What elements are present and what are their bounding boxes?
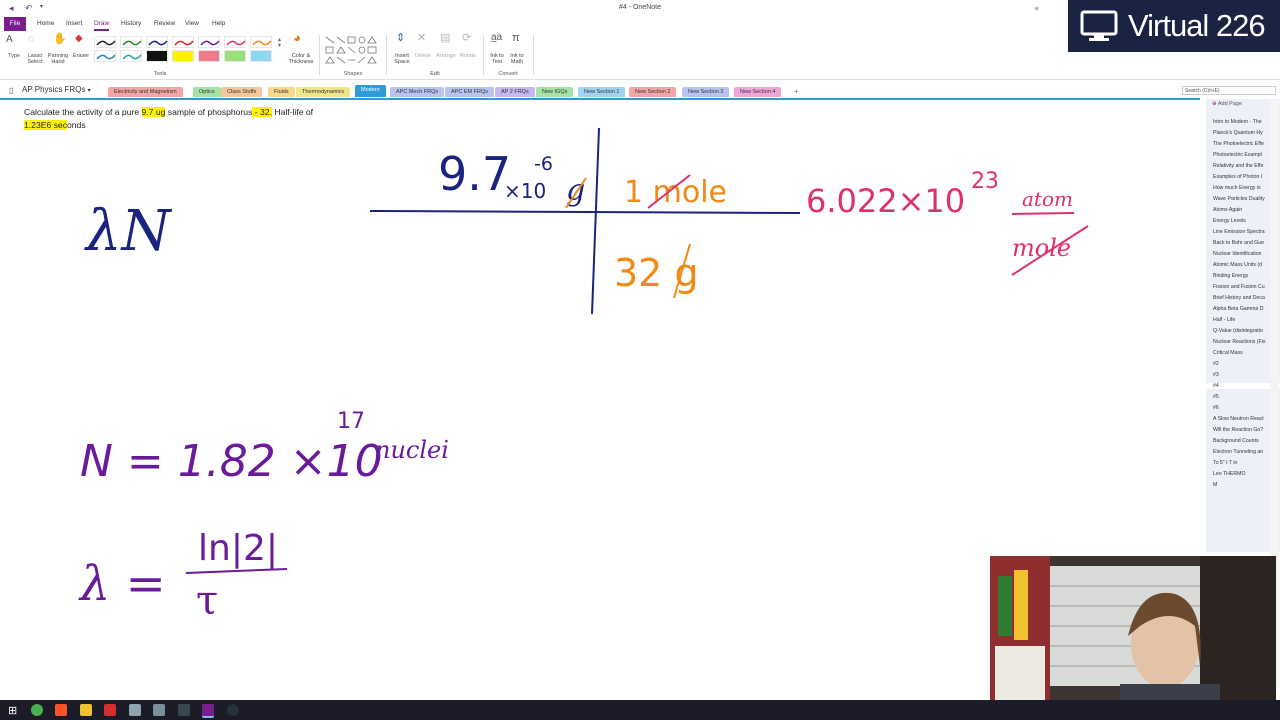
- page-item[interactable]: A Slow Neutron React: [1213, 416, 1276, 422]
- page-item[interactable]: #6: [1213, 405, 1276, 411]
- page-item[interactable]: Photoelectric Exampl: [1213, 152, 1276, 158]
- page-item[interactable]: Will the Reaction Go?: [1213, 427, 1276, 433]
- page-item[interactable]: Nuclear Identification: [1213, 251, 1276, 257]
- add-page-button[interactable]: ⊕ Add Page: [1212, 101, 1242, 107]
- page-item[interactable]: To 5" t T in: [1213, 460, 1276, 466]
- ink-times-ten: ×10: [504, 179, 546, 203]
- ink-vertical-line: [591, 127, 600, 315]
- page-list: ⊕ Add Page Intro to Modern - The Planck's…: [1206, 99, 1280, 552]
- page-item[interactable]: Nuclear Reactions (Fis: [1213, 339, 1276, 345]
- ink-mass-exponent: -6: [534, 153, 553, 175]
- page-item[interactable]: #2: [1213, 361, 1276, 367]
- brave-icon[interactable]: [55, 704, 67, 716]
- app-icon[interactable]: [153, 704, 165, 716]
- taskbar: ⊞: [0, 700, 1280, 720]
- ink-horizontal-line: [369, 210, 801, 214]
- page-item[interactable]: Relativity and the Effe: [1213, 163, 1276, 169]
- page-item[interactable]: Brief History and Deca: [1213, 295, 1276, 301]
- page-item[interactable]: Atoms Again: [1213, 207, 1276, 213]
- chrome-icon[interactable]: [31, 704, 43, 716]
- ink-mole-top: 1 mole: [624, 175, 727, 210]
- ink-lambda-fraction-bar: [185, 568, 288, 574]
- page-item[interactable]: M: [1213, 482, 1276, 488]
- obs-icon[interactable]: [227, 704, 239, 716]
- page-item[interactable]: Atomic Mass Units (d: [1213, 262, 1276, 268]
- page-item[interactable]: Alpha Beta Gamma D: [1213, 306, 1276, 312]
- ink-ln2: ln|2|: [198, 528, 278, 569]
- page-item[interactable]: Fission and Fusion Cu: [1213, 284, 1276, 290]
- ink-tau: τ: [196, 578, 218, 624]
- webcam-overlay: [990, 556, 1276, 716]
- onenote-icon[interactable]: [202, 704, 214, 718]
- page-item[interactable]: Wave Particles Duality: [1213, 196, 1276, 202]
- ink-n-exponent: 17: [337, 409, 365, 434]
- ink-mole-bottom: mole: [1012, 234, 1071, 262]
- page-item[interactable]: Binding Energy: [1213, 273, 1276, 279]
- file-explorer-icon[interactable]: [80, 704, 92, 716]
- windows-start-icon[interactable]: ⊞: [8, 704, 17, 717]
- page-item[interactable]: Back to Bohr and Gue: [1213, 240, 1276, 246]
- ink-lambda-equation: λ =: [78, 556, 166, 612]
- ink-mass-value: 9.7: [438, 147, 511, 201]
- steam-icon[interactable]: [178, 704, 190, 716]
- page-item[interactable]: Line Emission Spectra: [1213, 229, 1276, 235]
- page-item[interactable]: Planck's Quantum Hy: [1213, 130, 1276, 136]
- ink-fraction-bar: [1011, 212, 1075, 215]
- page-item[interactable]: Examples of Photon I: [1213, 174, 1276, 180]
- page-item[interactable]: Critical Mass: [1213, 350, 1276, 356]
- app-icon[interactable]: [104, 704, 116, 716]
- page-item[interactable]: Half - Life: [1213, 317, 1276, 323]
- add-icon: ⊕: [1212, 101, 1217, 107]
- ink-avogadro: 6.022×10: [806, 182, 965, 220]
- add-page-label: Add Page: [1217, 101, 1243, 107]
- page-item[interactable]: Electron Tunneling an: [1213, 449, 1276, 455]
- page-item[interactable]: #4: [1206, 383, 1280, 389]
- webcam-video: [990, 556, 1276, 716]
- ink-n-equation: N = 1.82 ×10: [80, 436, 383, 487]
- ink-atom: atom: [1022, 187, 1073, 211]
- page-item[interactable]: Background Counts: [1213, 438, 1276, 444]
- page-item[interactable]: Intro to Modern - The: [1213, 119, 1276, 125]
- page-item[interactable]: The Photoelectric Effe: [1213, 141, 1276, 147]
- page-item[interactable]: Energy Levels: [1213, 218, 1276, 224]
- page-item[interactable]: Leo THERMO: [1213, 471, 1276, 477]
- page-item[interactable]: Q-Value (disintegratio: [1213, 328, 1276, 334]
- page-item[interactable]: #5: [1213, 394, 1276, 400]
- app-icon[interactable]: [129, 704, 141, 716]
- ink-nuclei: nuclei: [375, 436, 449, 464]
- ink-avogadro-exponent: 23: [971, 169, 999, 194]
- ink-lambda-n: λN: [84, 199, 172, 264]
- page-item[interactable]: How much Energy is: [1213, 185, 1276, 191]
- page-item[interactable]: #3: [1213, 372, 1276, 378]
